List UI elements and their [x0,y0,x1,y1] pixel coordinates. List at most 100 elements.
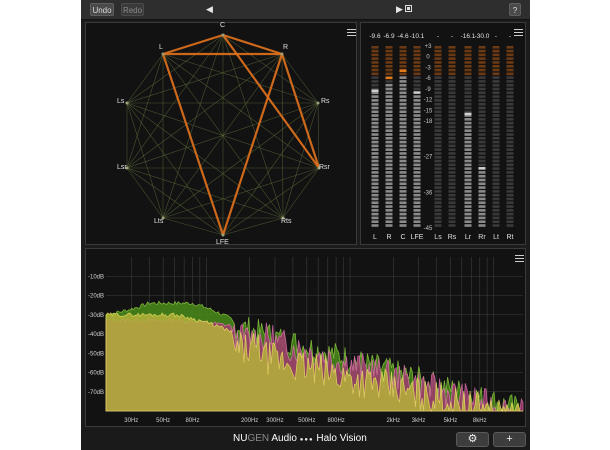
speaker-label-rs: Rs [321,98,330,105]
meter-readout: - [509,33,511,40]
meter-segment [448,174,456,178]
meter-segment [413,110,421,114]
meter-segment [385,216,393,220]
meter-channel-label: Lr [465,234,472,241]
meter-segment [385,159,393,163]
meter-segment [399,193,407,197]
speaker-link [126,53,164,169]
meter-segment [399,152,407,155]
meter-channel-label: LFE [411,234,424,241]
meter-segment [506,125,514,129]
meter-segment [492,49,500,53]
meter-segment [464,121,472,125]
meter-segment [434,46,442,49]
previous-icon[interactable]: ◀ [206,3,213,15]
meter-segment [385,110,393,114]
meter-segment [371,197,379,201]
meter-scale-label: -3 [425,65,431,71]
meter-segment [478,216,486,220]
meter-segment [399,171,407,174]
meter-segment [506,201,514,205]
meter-segment [399,53,407,57]
meter-segment [448,159,456,163]
meter-segment [492,197,500,201]
meter-segment [413,178,421,182]
y-axis-label: -60dB [88,371,104,377]
meter-segment [413,155,421,159]
meter-segment [385,49,393,53]
peak-marker [478,167,486,170]
x-axis-label: 200Hz [241,418,258,424]
meter-segment [434,155,442,159]
settings-button[interactable]: ⚙ [456,432,489,447]
meter-segment [464,144,472,148]
meter-segment [448,163,456,167]
meter-segment [492,186,500,189]
help-button[interactable]: ? [509,3,521,16]
meter-segment [464,57,472,60]
speaker-link [317,102,320,169]
meter-segment [434,72,442,76]
meter-scale-label: -9 [425,87,431,93]
meter-segment [385,129,393,133]
meter-channel-label: Rs [448,234,457,241]
meter-segment [413,118,421,121]
meter-segment [478,106,486,110]
meter-segment [434,174,442,178]
x-axis-label: 800Hz [327,418,344,424]
meter-segment [478,118,486,121]
meter-segment [464,106,472,110]
meter-segment [413,197,421,201]
meter-segment [478,159,486,163]
meter-segment [371,102,379,106]
meter-segment [413,114,421,117]
meter-segment [399,87,407,91]
meter-segment [448,114,456,117]
meter-segment [448,133,456,136]
meter-segment [399,121,407,125]
meter-segment [399,76,407,79]
meter-segment [448,110,456,114]
meter-segment [464,125,472,129]
meter-segment [385,95,393,98]
meter-segment [434,216,442,220]
meter-segment [385,155,393,159]
peak-marker [371,89,379,92]
meter-segment [434,159,442,163]
meter-segment [434,57,442,60]
meter-segment [464,53,472,57]
meter-segment [464,167,472,170]
snapshot-icon[interactable] [405,5,412,12]
meter-segment [478,110,486,114]
undo-button[interactable]: Undo [90,3,114,16]
speaker-link [281,53,319,104]
play-icon[interactable]: ▶ [396,3,403,15]
meter-segment [448,178,456,182]
meter-segment [448,148,456,151]
meter-segment [478,49,486,53]
meter-segment [371,220,379,224]
meter-segment [448,57,456,60]
meter-scale-label: -27 [424,155,433,161]
meter-segment [492,121,500,125]
meter-segment [464,212,472,216]
meter-segment [434,171,442,174]
meter-segment [413,193,421,197]
meter-segment [371,49,379,53]
add-button[interactable]: + [493,432,526,447]
meter-segment [492,137,500,140]
meter-segment [478,121,486,125]
redo-button[interactable]: Redo [121,3,144,16]
meter-segment [506,212,514,216]
peak-marker [413,91,421,94]
meter-segment [371,53,379,57]
meter-segment [371,46,379,49]
meter-segment [506,53,514,57]
meter-segment [492,95,500,98]
meter-segment [506,80,514,83]
speaker-link [222,34,284,219]
meter-segment [371,72,379,76]
meter-segment [448,106,456,110]
meter-segment [506,220,514,224]
speaker-link [222,217,284,236]
